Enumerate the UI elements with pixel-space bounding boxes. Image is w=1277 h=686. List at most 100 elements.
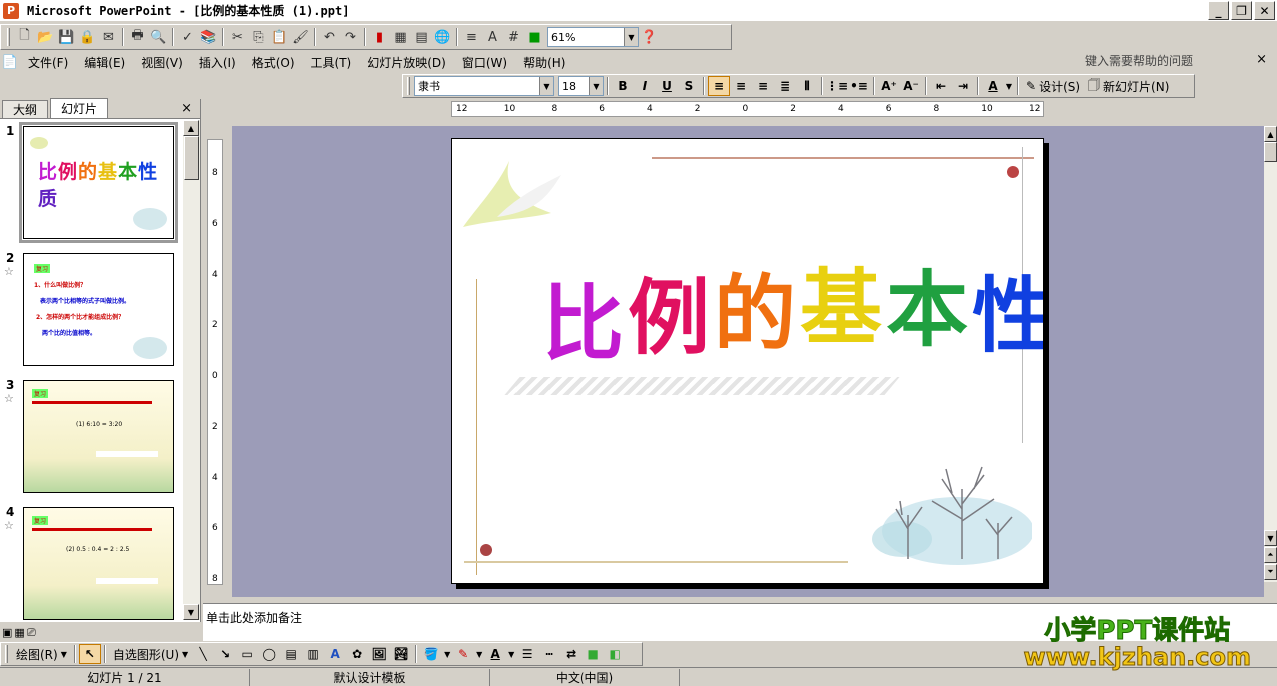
chevron-down-icon[interactable]: ▼	[506, 644, 516, 664]
tab-outline[interactable]: 大纲	[2, 100, 49, 118]
line-icon[interactable]: ╲	[192, 644, 214, 664]
arrow-icon[interactable]: ↘	[214, 644, 236, 664]
slide-thumbnail-1[interactable]: 1 比例的基本性质	[0, 122, 183, 244]
wordart-icon[interactable]: A	[324, 644, 346, 664]
menu-edit[interactable]: 编辑(E)	[76, 54, 133, 71]
status-template[interactable]: 默认设计模板	[250, 668, 490, 686]
font-color-icon[interactable]: A	[484, 644, 506, 664]
open-icon[interactable]: 📂	[35, 27, 56, 47]
email-icon[interactable]: ✉	[98, 27, 119, 47]
scroll-thumb[interactable]	[1264, 142, 1277, 162]
slide-preview[interactable]: 复习 (2) 0.5 : 0.4 = 2 : 2.5	[23, 507, 174, 620]
chevron-down-icon[interactable]: ▼	[539, 77, 553, 95]
cut-icon[interactable]: ✂	[227, 27, 248, 47]
font-color-button[interactable]: A	[982, 76, 1004, 96]
new-slide-button[interactable]: 🗍 新幻灯片(N)	[1084, 76, 1173, 97]
arrow-style-icon[interactable]: ⇄	[560, 644, 582, 664]
fill-color-icon[interactable]: 🪣	[420, 644, 442, 664]
redo-icon[interactable]: ↷	[340, 27, 361, 47]
slide-preview[interactable]: 比例的基本性质	[19, 122, 178, 243]
scroll-down-icon[interactable]: ▼	[1264, 530, 1277, 546]
draw-menu-button[interactable]: 绘图(R) ▼	[12, 646, 71, 663]
decrease-font-icon[interactable]: A⁻	[900, 76, 922, 96]
format-painter-icon[interactable]: 🖌	[290, 27, 311, 47]
slide-thumbnail-2[interactable]: 2 ☆ 复习 1、什么叫做比例？ 表示两个比相等的式子叫做比例。 2、怎样的两个…	[0, 251, 183, 371]
increase-font-icon[interactable]: A⁺	[878, 76, 900, 96]
tables-borders-icon[interactable]: ▤	[411, 27, 432, 47]
help-icon[interactable]: ❓	[639, 27, 660, 47]
research-icon[interactable]: 📚	[198, 27, 219, 47]
menu-slideshow[interactable]: 幻灯片放映(D)	[359, 54, 454, 71]
menu-insert[interactable]: 插入(I)	[191, 54, 244, 71]
current-slide[interactable]: 比 例 的 基 本 性 质	[451, 138, 1044, 584]
chevron-down-icon[interactable]: ▼	[624, 28, 638, 46]
slide-title[interactable]: 比 例 的 基 本 性 质	[542, 257, 1043, 376]
print-icon[interactable]: 🖶	[127, 27, 148, 47]
dash-style-icon[interactable]: ┅	[538, 644, 560, 664]
tab-slides[interactable]: 幻灯片	[50, 98, 109, 118]
line-color-icon[interactable]: ✎	[452, 644, 474, 664]
menu-format[interactable]: 格式(O)	[244, 54, 303, 71]
autoshapes-button[interactable]: 自选图形(U) ▼	[109, 646, 192, 663]
slide-scrollbar[interactable]: ▲ ▼ ⏶ ⏷	[1264, 126, 1277, 582]
diagram-icon[interactable]: ✿	[346, 644, 368, 664]
chevron-down-icon[interactable]: ▼	[1004, 76, 1014, 96]
spelling-icon[interactable]: ✓	[177, 27, 198, 47]
3d-style-icon[interactable]: ◧	[604, 644, 626, 664]
chevron-down-icon[interactable]: ▼	[442, 644, 452, 664]
paste-icon[interactable]: 📋	[269, 27, 290, 47]
vertical-textbox-icon[interactable]: ▥	[302, 644, 324, 664]
toolbar-grip[interactable]	[407, 77, 410, 95]
menu-tools[interactable]: 工具(T)	[303, 54, 360, 71]
chevron-down-icon[interactable]: ▼	[474, 644, 484, 664]
design-button[interactable]: ✎ 设计(S)	[1022, 78, 1084, 95]
previous-slide-icon[interactable]: ⏶	[1264, 547, 1277, 563]
slide-sorter-view-icon[interactable]: ▦	[14, 626, 24, 639]
align-right-icon[interactable]: ≡	[752, 76, 774, 96]
close-icon[interactable]: ×	[1256, 52, 1267, 67]
textbox-icon[interactable]: ▤	[280, 644, 302, 664]
copy-icon[interactable]: ⎘	[248, 27, 269, 47]
menu-view[interactable]: 视图(V)	[133, 54, 191, 71]
zoom-select[interactable]: 61% ▼	[547, 27, 639, 47]
align-center-icon[interactable]: ≡	[730, 76, 752, 96]
next-slide-icon[interactable]: ⏷	[1264, 564, 1277, 580]
minimize-button[interactable]: _	[1208, 1, 1229, 20]
bullets-icon[interactable]: •≡	[848, 76, 870, 96]
slide-thumbnail-3[interactable]: 3 ☆ 复习 (1) 6:10 = 3:20	[0, 378, 183, 498]
undo-icon[interactable]: ↶	[319, 27, 340, 47]
scroll-up-icon[interactable]: ▲	[183, 120, 199, 136]
restore-button[interactable]: ❐	[1231, 1, 1252, 20]
toolbar-grip[interactable]	[5, 645, 8, 663]
slide-thumbnail-4[interactable]: 4 ☆ 复习 (2) 0.5 : 0.4 = 2 : 2.5	[0, 505, 183, 620]
powerpoint-icon[interactable]: P	[3, 2, 19, 19]
clipart-icon[interactable]: 🖼	[368, 644, 390, 664]
decrease-indent-icon[interactable]: ⇤	[930, 76, 952, 96]
slide-preview[interactable]: 复习 (1) 6:10 = 3:20	[23, 380, 174, 493]
thumbnail-scrollbar[interactable]: ▲ ▼	[183, 120, 200, 620]
font-select[interactable]: 隶书 ▼	[414, 76, 554, 96]
scroll-thumb[interactable]	[184, 136, 199, 180]
font-size-select[interactable]: 18 ▼	[558, 76, 604, 96]
italic-button[interactable]: I	[634, 76, 656, 96]
slideshow-view-icon[interactable]: ⎚	[27, 626, 36, 640]
scroll-up-icon[interactable]: ▲	[1264, 126, 1277, 142]
save-icon[interactable]: 💾	[56, 27, 77, 47]
align-left-icon[interactable]: ≡	[708, 76, 730, 96]
scroll-down-icon[interactable]: ▼	[183, 604, 199, 620]
insert-chart-icon[interactable]: ▮	[369, 27, 390, 47]
close-icon[interactable]: ×	[181, 101, 192, 116]
horizontal-ruler[interactable]: 12 10 8 6 4 2 0 2 4 6 8 10 12	[451, 101, 1044, 117]
line-style-icon[interactable]: ☰	[516, 644, 538, 664]
slide-preview[interactable]: 复习 1、什么叫做比例？ 表示两个比相等的式子叫做比例。 2、怎样的两个比才能组…	[23, 253, 174, 366]
new-icon[interactable]: 🗋	[14, 27, 35, 47]
oval-icon[interactable]: ◯	[258, 644, 280, 664]
menu-file[interactable]: 文件(F)	[20, 54, 76, 71]
bold-button[interactable]: B	[612, 76, 634, 96]
toolbar-grip[interactable]	[7, 28, 10, 46]
expand-icon[interactable]: ≡	[461, 27, 482, 47]
distributed-icon[interactable]: ⦀	[796, 76, 818, 96]
color-grayscale-icon[interactable]: ■	[524, 27, 545, 47]
chevron-down-icon[interactable]: ▼	[589, 77, 603, 95]
shadow-style-icon[interactable]: ■	[582, 644, 604, 664]
